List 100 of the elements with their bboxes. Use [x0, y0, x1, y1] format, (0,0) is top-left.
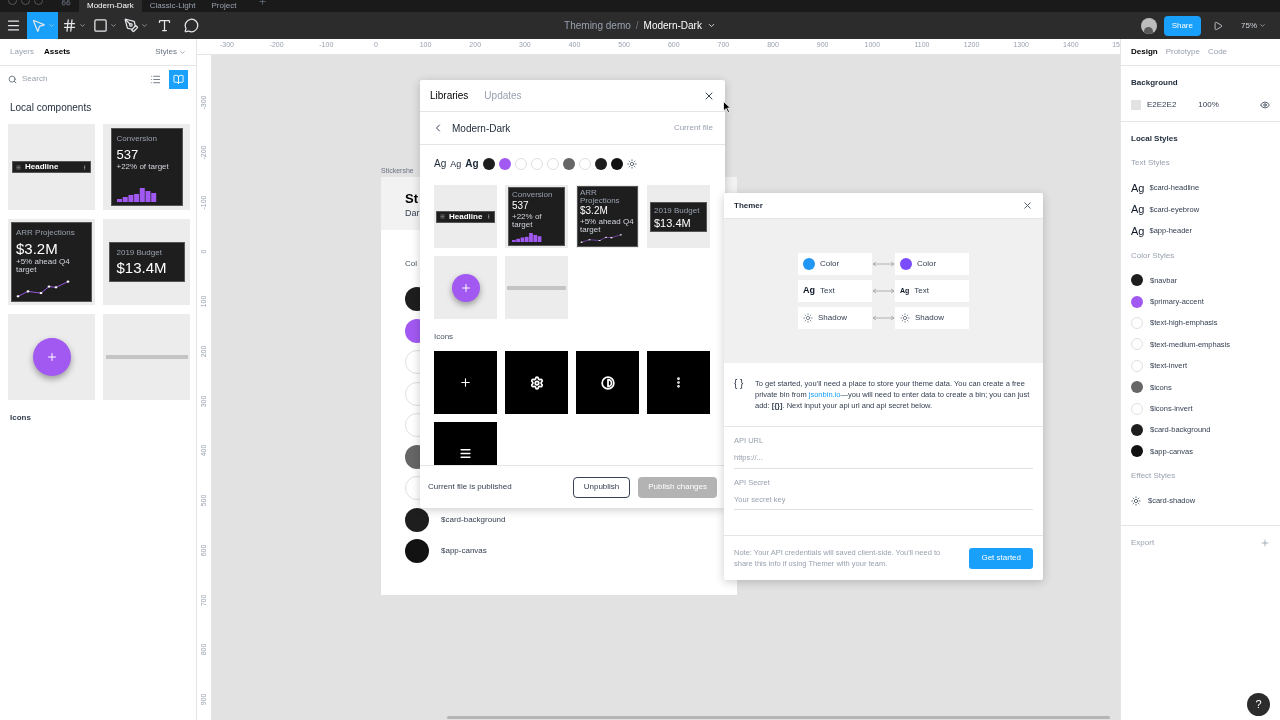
section-heading: Icons — [434, 331, 455, 343]
caret-icon — [1259, 22, 1266, 29]
text-style-sample[interactable]: Ag — [450, 159, 462, 169]
line-chart-drawing — [580, 234, 624, 243]
play-icon[interactable] — [1213, 20, 1223, 31]
card-eyebrow: Conversion — [116, 135, 158, 143]
text-style-glyph: Ag — [1131, 202, 1145, 217]
card-value: $13.4M — [654, 217, 692, 229]
dialog-tab[interactable]: Libraries — [430, 88, 469, 103]
plus-icon — [45, 351, 58, 363]
subsection-heading: Text Styles — [1131, 157, 1171, 169]
card-caption: +5% ahead Q4 target — [16, 258, 71, 274]
section-heading: Local Styles — [1131, 133, 1179, 145]
icon-thumbnail[interactable] — [505, 351, 568, 414]
component-thumbnail[interactable] — [505, 256, 568, 319]
component-thumbnail[interactable]: 2019 Budget $13.4M — [647, 185, 710, 248]
icon-thumbnail[interactable] — [647, 351, 710, 414]
caret-icon — [140, 22, 148, 29]
card-caption: +22% of target — [512, 213, 543, 229]
text-style-sample[interactable]: Ag — [434, 159, 447, 169]
icon-thumbnail[interactable] — [434, 351, 497, 414]
double-arrow-icon — [872, 261, 895, 267]
caret-icon — [706, 21, 716, 30]
avatar[interactable] — [1140, 17, 1157, 34]
panel-tab[interactable]: Design — [1131, 46, 1158, 58]
eye-icon[interactable] — [1260, 100, 1270, 110]
list-icon — [150, 73, 161, 85]
card-eyebrow: ARR Projections — [16, 229, 76, 237]
file-name[interactable]: Modern-Dark — [643, 18, 702, 33]
card-value: $3.2M — [16, 241, 59, 256]
publish-status: Current file is published — [428, 481, 512, 493]
card-caption: +5% ahead Q4 target — [580, 218, 635, 234]
pointer-icon — [30, 18, 46, 33]
section-heading: Export — [1131, 537, 1155, 549]
search-icon — [8, 74, 17, 84]
card-value: 537 — [116, 148, 140, 161]
text-style-sample[interactable]: Ag — [465, 159, 479, 169]
line-chart-drawing — [16, 280, 72, 298]
project-name[interactable]: Theming demo — [564, 18, 631, 33]
icon-thumbnail[interactable] — [576, 351, 639, 414]
card-eyebrow: ARR Projections — [580, 189, 621, 205]
component-thumbnail[interactable] — [103, 314, 190, 400]
plus-icon — [459, 376, 472, 389]
file-tab[interactable]: Modern-Dark — [79, 0, 142, 12]
caret-icon — [109, 22, 117, 29]
component-thumbnail[interactable]: Headline — [8, 124, 95, 210]
double-arrow-icon — [872, 288, 895, 294]
frame-title: St — [405, 192, 418, 205]
new-tab-icon[interactable] — [258, 0, 268, 6]
braces-icon: { } — [734, 378, 755, 411]
add-icon[interactable] — [1260, 538, 1270, 548]
effect-icon — [803, 313, 813, 323]
menu-icon — [440, 214, 445, 219]
component-thumbnail[interactable]: 2019 Budget $13.4M — [103, 219, 190, 305]
chip-label: Color — [820, 258, 840, 270]
view-toggle[interactable] — [169, 69, 188, 89]
scrollbar[interactable] — [447, 716, 1110, 719]
library-icon — [173, 73, 184, 85]
dialog-title: Themer — [734, 199, 763, 212]
progress-preview — [507, 285, 566, 290]
unpublish-button[interactable]: Unpublish — [572, 476, 631, 498]
caret-icon — [78, 22, 86, 29]
text-style-glyph: Ag — [1131, 223, 1145, 239]
card-value: 537 — [512, 201, 530, 211]
component-thumbnail[interactable]: Headline — [434, 185, 497, 248]
contrast-icon — [600, 375, 615, 390]
zoom-menu[interactable]: 75% — [1241, 19, 1266, 32]
swatch-label: $card-background — [441, 513, 506, 526]
component-thumbnail[interactable] — [8, 314, 95, 400]
card-value: $13.4M — [116, 260, 168, 275]
text-style-glyph: Ag — [1131, 180, 1145, 196]
hex-value[interactable]: E2E2E2 — [1147, 99, 1177, 111]
more-icon — [82, 164, 87, 170]
card-eyebrow: 2019 Budget — [654, 206, 701, 215]
effect-icon — [900, 313, 910, 323]
component-thumbnail[interactable] — [434, 256, 497, 319]
chip-label: Shadow — [915, 312, 944, 324]
effect-icon[interactable] — [626, 159, 637, 169]
component-thumbnail[interactable]: Conversion 537 +22% of target — [103, 124, 190, 210]
comment-icon — [184, 18, 199, 33]
caret-icon — [47, 22, 55, 29]
styles-menu[interactable]: Styles — [155, 46, 186, 58]
opacity-value[interactable]: 100% — [1198, 99, 1219, 111]
panel-tab[interactable]: Assets — [44, 46, 71, 58]
more-icon — [486, 214, 492, 219]
menu-icon — [6, 18, 21, 33]
close-icon[interactable] — [1022, 200, 1033, 211]
subsection-heading: Color Styles — [1131, 249, 1176, 262]
gear-icon — [529, 375, 544, 390]
component-thumbnail[interactable]: Conversion 537 +22% of target — [505, 185, 568, 248]
navbar-title: Headline — [449, 212, 483, 221]
library-status: Current file — [673, 122, 713, 134]
swatch-label: $app-canvas — [441, 545, 487, 557]
breadcrumb-separator: / — [635, 19, 639, 33]
frame-subtitle: Dar — [405, 207, 420, 220]
text-style-glyph: Ag — [803, 284, 815, 298]
double-arrow-icon — [872, 315, 895, 321]
search-field[interactable]: Search — [22, 73, 132, 85]
component-thumbnail[interactable]: ARR Projections $3.2M +5% ahead Q4 target — [576, 185, 639, 248]
component-thumbnail[interactable]: ARR Projections $3.2M +5% ahead Q4 target — [8, 219, 95, 305]
